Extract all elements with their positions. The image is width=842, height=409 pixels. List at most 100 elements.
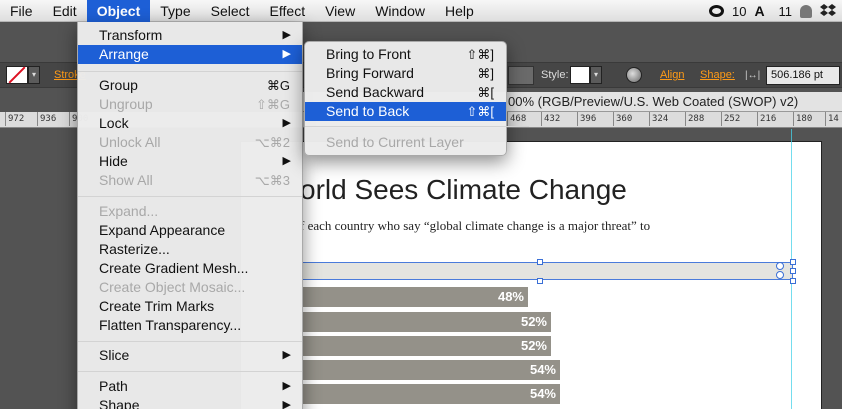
menu-shortcut: ⌘[ (477, 85, 494, 100)
artwork-title[interactable]: orld Sees Climate Change (300, 174, 627, 206)
ruler-tick: 360 (612, 112, 633, 126)
ruler-tick: 180 (792, 112, 813, 126)
menu-item-label: Create Object Mosaic... (99, 279, 246, 295)
menu-effect[interactable]: Effect (260, 0, 316, 22)
menu-help[interactable]: Help (435, 0, 484, 22)
menu-item-bring-forward[interactable]: Bring Forward ⌘] (305, 64, 506, 83)
selected-rectangle[interactable] (300, 262, 793, 280)
submenu-arrow-icon: ▶ (282, 349, 291, 361)
menu-item-label: Expand... (99, 203, 159, 219)
menu-item-shape[interactable]: Shape ▶ (78, 396, 302, 409)
selection-handle[interactable] (537, 259, 543, 265)
menu-item-expand: Expand... (78, 202, 302, 221)
arrange-submenu: Bring to Front ⇧⌘] Bring Forward ⌘] Send B… (304, 41, 529, 156)
menu-item-label: Create Gradient Mesh... (99, 260, 249, 276)
menu-item-bring-to-front[interactable]: Bring to Front ⇧⌘] (305, 45, 506, 64)
ruler-tick: 468 (506, 112, 527, 126)
recolor-globe-icon[interactable] (626, 67, 642, 83)
menu-item-label: Group (99, 77, 138, 93)
selection-handle[interactable] (537, 278, 543, 284)
ruler-tick: 432 (540, 112, 561, 126)
ruler-tick: 252 (720, 112, 741, 126)
bar-value-label: 54% (529, 386, 556, 401)
corner-widget-icon[interactable] (776, 262, 784, 270)
menu-item-label: Hide (99, 153, 128, 169)
creative-cloud-icon[interactable] (709, 5, 725, 17)
menu-item-slice[interactable]: Slice ▶ (78, 346, 302, 365)
menu-item-label: Expand Appearance (99, 222, 226, 238)
ruler-tick: 972 (4, 112, 25, 126)
menu-separator (78, 341, 302, 342)
submenu-arrow-icon: ▶ (282, 155, 291, 167)
style-swatch[interactable] (570, 66, 590, 84)
menu-item-label: Lock (99, 115, 129, 131)
menu-item-expand-appearance[interactable]: Expand Appearance (78, 221, 302, 240)
align-link[interactable]: Align (660, 69, 684, 81)
selection-handle[interactable] (790, 268, 796, 274)
menu-bar: File Edit Object Type Select Effect View… (0, 0, 842, 22)
menu-item-unlock-all: Unlock All ⌥⌘2 (78, 133, 302, 152)
menu-item-label: Send to Current Layer (326, 134, 464, 150)
corner-widget-icon[interactable] (776, 271, 784, 279)
stroke-swatch[interactable] (6, 66, 28, 84)
menu-item-arrange[interactable]: Arrange ▶ (78, 45, 302, 64)
menu-item-rasterize[interactable]: Rasterize... (78, 240, 302, 259)
menu-item-transform[interactable]: Transform ▶ (78, 26, 302, 45)
menu-item-label: Bring Forward (326, 65, 414, 81)
menu-item-label: Flatten Transparency... (99, 317, 242, 333)
menu-view[interactable]: View (315, 0, 365, 22)
adobe-icon[interactable]: A (755, 3, 771, 19)
width-arrow-icon: |↔| (745, 70, 761, 81)
artwork-bar[interactable]: 54% (300, 360, 560, 380)
bar-value-label: 52% (520, 314, 547, 329)
menu-shortcut: ⇧⌘] (466, 47, 494, 62)
selection-handle[interactable] (790, 259, 796, 265)
menu-item-label: Path (99, 378, 128, 394)
opacity-field[interactable] (508, 66, 534, 85)
menu-file[interactable]: File (0, 0, 43, 22)
object-menu: Transform ▶ Arrange ▶ Group ⌘G Ungroup ⇧⌘G L… (77, 22, 303, 409)
artwork-subtitle[interactable]: f each country who say “global climate c… (300, 218, 650, 234)
menu-select[interactable]: Select (201, 0, 260, 22)
style-label: Style: (541, 69, 569, 81)
menu-item-send-backward[interactable]: Send Backward ⌘[ (305, 83, 506, 102)
selection-handle[interactable] (790, 278, 796, 284)
submenu-arrow-icon: ▶ (282, 29, 291, 41)
menu-item-create-gradient-mesh[interactable]: Create Gradient Mesh... (78, 259, 302, 278)
artwork-bar[interactable]: 52% (300, 336, 551, 356)
menu-item-group[interactable]: Group ⌘G (78, 76, 302, 95)
menu-edit[interactable]: Edit (43, 0, 87, 22)
menu-item-flatten-transparency[interactable]: Flatten Transparency... (78, 316, 302, 335)
menu-item-label: Show All (99, 172, 153, 188)
menu-item-label: Bring to Front (326, 46, 411, 62)
notification-bell-icon[interactable] (800, 4, 812, 18)
illustrator-window: File Edit Object Type Select Effect View… (0, 0, 842, 409)
menu-item-ungroup: Ungroup ⇧⌘G (78, 95, 302, 114)
artwork-bar[interactable]: 48% (300, 287, 528, 307)
menu-item-send-to-back[interactable]: Send to Back ⇧⌘[ (305, 102, 506, 121)
menu-window[interactable]: Window (365, 0, 435, 22)
menu-separator (78, 71, 302, 72)
artwork-bar[interactable]: 52% (300, 312, 551, 332)
shape-link[interactable]: Shape: (700, 69, 735, 81)
menu-item-label: Transform (99, 27, 163, 43)
style-dropdown-icon[interactable]: ▾ (590, 66, 602, 84)
menu-item-lock[interactable]: Lock ▶ (78, 114, 302, 133)
menu-item-path[interactable]: Path ▶ (78, 377, 302, 396)
menu-separator (78, 196, 302, 197)
stroke-dropdown-icon[interactable]: ▾ (28, 66, 40, 84)
menu-item-send-to-current-layer: Send to Current Layer (305, 133, 506, 152)
menu-item-show-all: Show All ⌥⌘3 (78, 171, 302, 190)
menu-item-hide[interactable]: Hide ▶ (78, 152, 302, 171)
artwork-bar[interactable]: 54% (300, 384, 560, 404)
width-field[interactable]: 506.186 pt (766, 66, 840, 85)
menu-item-create-trim-marks[interactable]: Create Trim Marks (78, 297, 302, 316)
dropbox-icon[interactable] (820, 4, 836, 18)
menu-item-label: Slice (99, 347, 130, 363)
menu-item-label: Send to Back (326, 103, 410, 119)
menu-object[interactable]: Object (86, 0, 151, 22)
menu-type[interactable]: Type (150, 0, 200, 22)
menu-item-label: Unlock All (99, 134, 161, 150)
menu-shortcut: ⌘G (266, 78, 290, 93)
menu-item-create-object-mosaic: Create Object Mosaic... (78, 278, 302, 297)
